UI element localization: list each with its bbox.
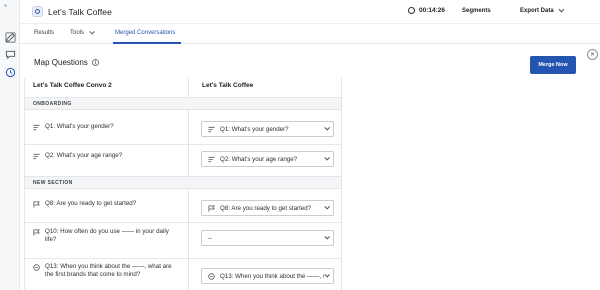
chevron-down-icon <box>324 234 330 240</box>
chevron-down-icon <box>324 125 330 131</box>
question-mapping-select[interactable]: Q8: Are you ready to get started? <box>201 200 334 216</box>
tab-merged-conversations[interactable]: Merged Conversations <box>115 30 175 36</box>
source-question: Q8: Are you ready to get started? <box>33 200 173 208</box>
clock-icon[interactable] <box>4 66 16 78</box>
chevron-down-icon <box>324 272 330 278</box>
export-data-label: Export Data <box>520 8 554 14</box>
tab-tools-label: Tools <box>70 30 85 36</box>
tab-merged-label: Merged Conversations <box>115 30 176 36</box>
flag-icon <box>33 200 40 208</box>
question-mapping-select[interactable]: Q2: What's your age range? <box>201 151 334 167</box>
multiple-choice-icon <box>208 156 215 163</box>
rail-dot <box>4 4 7 7</box>
session-timer: 00:14:26 <box>408 7 445 14</box>
multiple-choice-icon <box>33 124 40 131</box>
chevron-down-icon <box>89 29 95 35</box>
active-tab-indicator <box>113 42 181 44</box>
conversation-logo-icon <box>32 6 43 17</box>
info-icon[interactable]: i <box>91 59 99 66</box>
segments-button[interactable]: Segments <box>462 8 491 14</box>
flag-icon <box>208 204 215 212</box>
section-header-new-section: NEW SECTION <box>25 176 341 189</box>
source-question: Q1: What's your gender? <box>33 123 173 131</box>
row-divider <box>25 222 341 223</box>
section-label: ONBOARDING <box>33 101 72 107</box>
open-ended-icon <box>208 272 215 280</box>
multiple-choice-icon <box>33 153 40 160</box>
question-mapping-select[interactable]: Q1: What's your gender? <box>201 121 334 137</box>
chevron-down-icon <box>324 155 330 161</box>
page-title: Let's Talk Coffee <box>48 6 112 17</box>
close-icon[interactable]: ✕ <box>587 49 598 60</box>
timer-icon <box>408 7 415 14</box>
tab-tools[interactable]: Tools <box>70 29 95 36</box>
flag-icon <box>33 228 40 236</box>
source-question: Q10: How often do you use —— in your dai… <box>33 228 173 244</box>
map-questions-title: Map Questions <box>34 58 88 67</box>
multiple-choice-icon <box>208 126 215 133</box>
map-questions-heading: Map Questions i <box>34 58 99 67</box>
left-rail <box>0 0 20 290</box>
merge-now-button[interactable]: Merge Now <box>530 56 576 74</box>
tab-results-label: Results <box>34 30 55 36</box>
tab-results[interactable]: Results <box>34 30 54 36</box>
export-data-button[interactable]: Export Data <box>520 6 564 14</box>
column-header-target: Let's Talk Coffee <box>202 82 254 89</box>
row-divider <box>25 144 341 145</box>
question-mapping-select[interactable]: Q13: When you think about the ——, wha <box>201 268 334 284</box>
column-header-source: Let's Talk Coffee Convo 2 <box>33 82 112 89</box>
tab-bar: Results Tools Merged Conversations <box>20 24 600 44</box>
question-mapping-select[interactable]: -- <box>201 230 334 246</box>
section-header-onboarding: ONBOARDING <box>25 97 341 110</box>
top-bar: Let's Talk Coffee <box>20 0 600 24</box>
edit-icon[interactable] <box>4 31 16 43</box>
timer-value: 00:14:26 <box>419 7 446 14</box>
open-ended-icon <box>33 263 40 271</box>
source-question: Q13: When you think about the ——, what a… <box>33 263 173 279</box>
chat-icon[interactable] <box>4 48 16 60</box>
section-label: NEW SECTION <box>33 180 73 186</box>
row-divider <box>25 258 341 259</box>
source-question: Q2: What's your age range? <box>33 152 173 160</box>
chevron-down-icon <box>324 204 330 210</box>
mapping-table: Let's Talk Coffee Convo 2 Let's Talk Cof… <box>24 78 342 290</box>
